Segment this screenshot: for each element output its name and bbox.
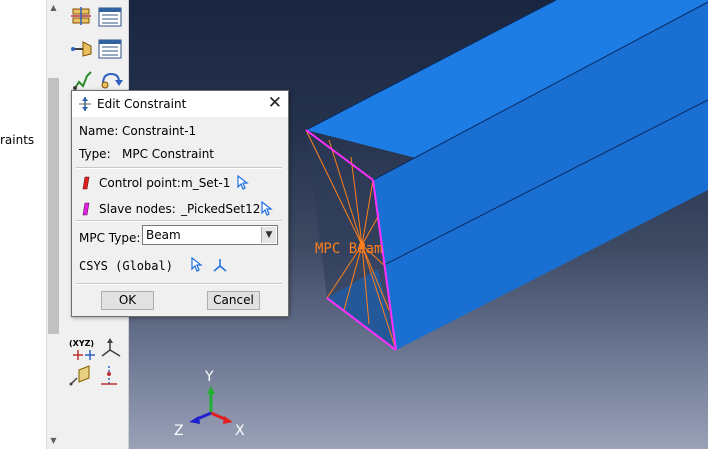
view-triad: Y Z X: [174, 369, 245, 439]
slave-nodes-value: _PickedSet12: [181, 202, 261, 216]
constraint-dialog-icon: [77, 96, 93, 115]
pick-slave-nodes-arrow-icon[interactable]: [260, 200, 274, 220]
datum-axis-icon[interactable]: [97, 364, 123, 388]
scroll-thumb[interactable]: [48, 78, 59, 334]
model-tree-scrollbar[interactable]: ▲ ▼: [46, 0, 60, 449]
datum-point-icon[interactable]: [98, 336, 124, 360]
datum-plane-icon[interactable]: [69, 364, 95, 388]
dialog-titlebar[interactable]: Edit Constraint ✕: [72, 91, 288, 117]
slave-nodes-label: Slave nodes:: [99, 202, 176, 216]
cancel-button[interactable]: Cancel: [207, 291, 260, 310]
pick-csys-arrow-icon[interactable]: [190, 256, 204, 276]
type-label: Type:: [79, 147, 111, 161]
tree-item-constraints[interactable]: raints: [0, 133, 34, 147]
spring-dashpot-icon[interactable]: [69, 68, 95, 92]
model-tree-panel: raints: [0, 0, 46, 449]
scroll-up-arrow-icon[interactable]: ▲: [47, 0, 60, 16]
create-constraint-icon[interactable]: [69, 5, 95, 29]
mpc-type-select[interactable]: Beam ▼: [142, 225, 278, 245]
type-value: MPC Constraint: [122, 147, 214, 161]
slave-nodes-flag-icon: [82, 202, 90, 219]
scroll-down-arrow-icon[interactable]: ▼: [47, 433, 60, 449]
csys-label: CSYS (Global): [79, 259, 173, 273]
control-point-label: Control point:: [99, 176, 181, 190]
chevron-down-icon[interactable]: ▼: [261, 227, 276, 243]
mpc-type-label: MPC Type:: [79, 231, 141, 245]
ok-button[interactable]: OK: [101, 291, 154, 310]
control-point-flag-icon: [82, 176, 90, 193]
separator: [76, 167, 282, 169]
pick-control-point-arrow-icon[interactable]: [236, 174, 250, 194]
name-value: Constraint-1: [122, 124, 197, 138]
create-connector-icon[interactable]: [69, 37, 95, 61]
csys-triad-icon[interactable]: [212, 257, 228, 276]
triad-x-label: X: [235, 423, 245, 439]
rotate-wire-icon[interactable]: [97, 68, 123, 92]
datum-csys-icon[interactable]: (XYZ): [68, 336, 96, 360]
edit-constraint-dialog: Edit Constraint ✕ Name: Constraint-1 Typ…: [71, 90, 289, 317]
mpc-annotation: MPC Beam: [315, 241, 382, 257]
mpc-type-value: Beam: [146, 228, 181, 242]
triad-y-label: Y: [204, 369, 214, 385]
constraint-manager-icon[interactable]: [97, 5, 123, 29]
triad-z-label: Z: [174, 423, 184, 439]
connector-manager-icon[interactable]: [97, 37, 123, 61]
dialog-title: Edit Constraint: [97, 97, 187, 111]
xyz-label: (XYZ): [69, 339, 94, 348]
control-point-value: m_Set-1: [181, 176, 231, 190]
name-label: Name:: [79, 124, 119, 138]
separator: [76, 220, 282, 222]
close-icon[interactable]: ✕: [268, 94, 282, 112]
separator: [76, 283, 282, 285]
